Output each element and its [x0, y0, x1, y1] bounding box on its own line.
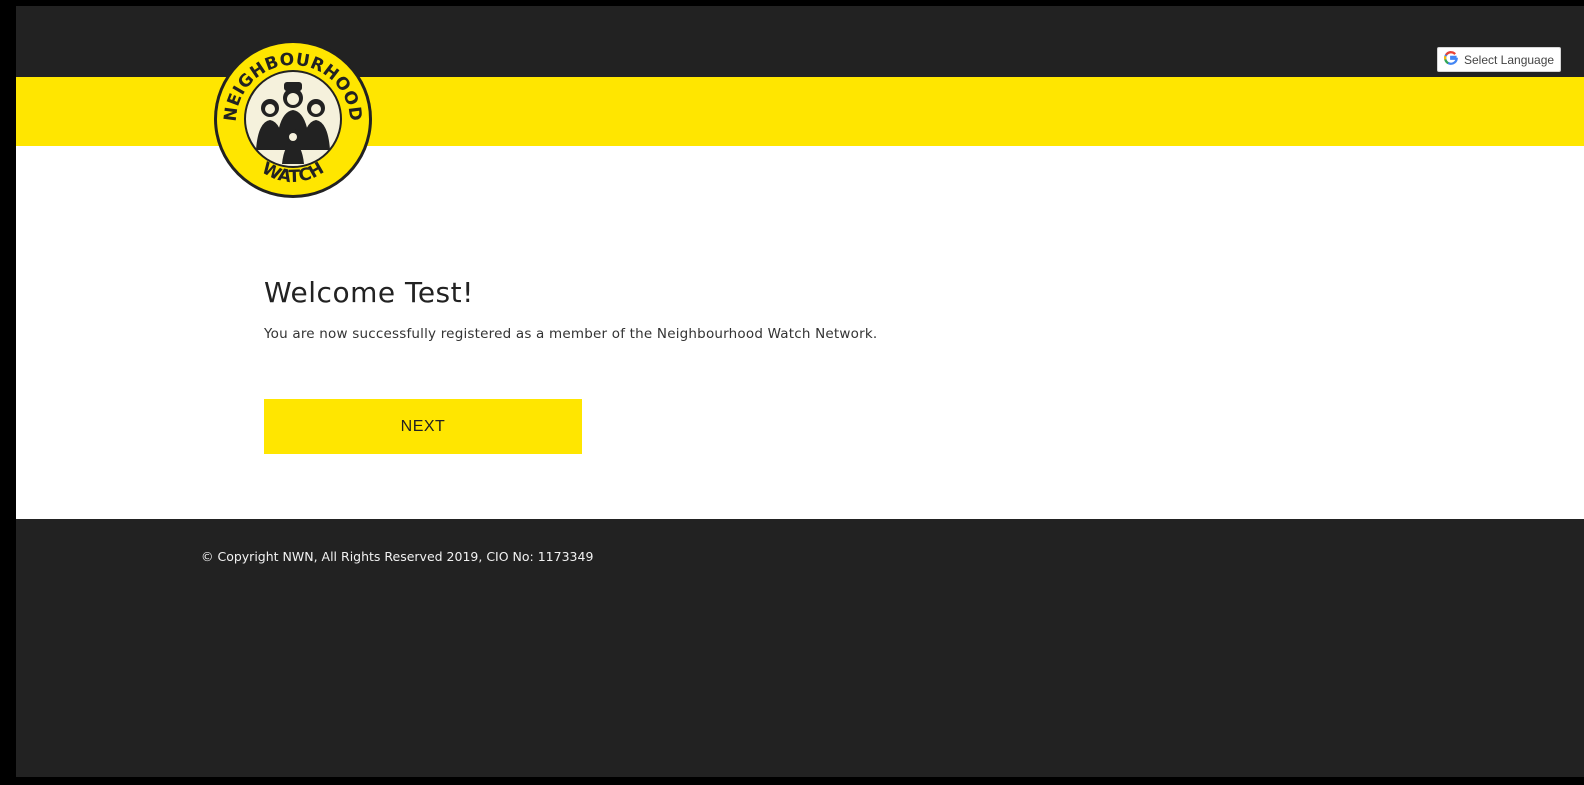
copyright-text: © Copyright NWN, All Rights Reserved 201… [201, 549, 594, 564]
page-viewport: Select Language NEIGHBOURHOOD WATCH Welc… [16, 6, 1584, 777]
neighbourhood-watch-logo[interactable]: NEIGHBOURHOOD WATCH [212, 38, 374, 200]
language-selector[interactable]: Select Language [1437, 47, 1562, 72]
registration-message: You are now successfully registered as a… [264, 326, 878, 342]
language-selector-label: Select Language [1464, 52, 1555, 67]
page-title: Welcome Test! [264, 276, 474, 309]
welcome-section: Welcome Test! You are now successfully r… [264, 276, 1164, 342]
screen-frame: Select Language NEIGHBOURHOOD WATCH Welc… [0, 0, 1584, 785]
next-button[interactable]: NEXT [264, 399, 582, 454]
footer: © Copyright NWN, All Rights Reserved 201… [16, 519, 1584, 777]
google-g-icon [1444, 50, 1458, 69]
